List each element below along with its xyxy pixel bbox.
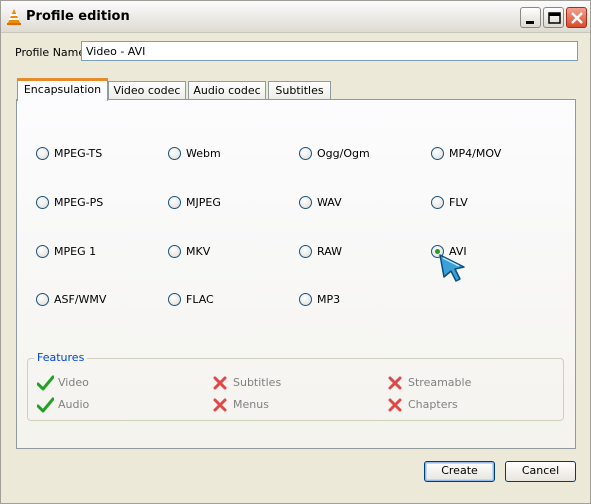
- radio-button[interactable]: [431, 147, 444, 160]
- radio-button[interactable]: [299, 293, 312, 306]
- cancel-button[interactable]: Cancel: [505, 461, 576, 482]
- profile-name-input[interactable]: [81, 41, 578, 61]
- check-icon: [37, 375, 54, 391]
- close-icon: [571, 12, 583, 24]
- cross-icon: [388, 398, 402, 412]
- radio-button[interactable]: [36, 293, 49, 306]
- radio-button[interactable]: [431, 196, 444, 209]
- radio-button[interactable]: [168, 196, 181, 209]
- tab-encapsulation[interactable]: Encapsulation: [17, 78, 108, 101]
- maximize-icon: [548, 12, 561, 24]
- window-title: Profile edition: [26, 9, 130, 24]
- minimize-icon: [526, 21, 534, 24]
- close-button[interactable]: [566, 7, 587, 28]
- check-icon: [37, 397, 54, 413]
- radio-button[interactable]: [168, 245, 181, 258]
- vlc-cone-icon: [7, 9, 21, 25]
- radio-button[interactable]: [299, 245, 312, 258]
- radio-button[interactable]: [168, 293, 181, 306]
- features-group: [27, 358, 564, 421]
- radio-button[interactable]: [36, 147, 49, 160]
- radio-button[interactable]: [299, 147, 312, 160]
- tab-video-codec[interactable]: Video codec: [108, 81, 186, 100]
- minimize-button[interactable]: [520, 7, 541, 28]
- radio-button[interactable]: [36, 245, 49, 258]
- radio-button[interactable]: [299, 196, 312, 209]
- maximize-button[interactable]: [543, 7, 564, 28]
- title-bar[interactable]: Profile edition: [1, 1, 590, 33]
- radio-button[interactable]: [36, 196, 49, 209]
- cross-icon: [388, 376, 402, 390]
- profile-name-label: Profile Name: [15, 46, 86, 59]
- tab-subtitles[interactable]: Subtitles: [268, 81, 331, 100]
- features-title: Features: [34, 351, 88, 364]
- cross-icon: [213, 376, 227, 390]
- tab-audio-codec[interactable]: Audio codec: [188, 81, 266, 100]
- cross-icon: [213, 398, 227, 412]
- mouse-pointer-icon: [439, 254, 465, 282]
- create-button[interactable]: Create: [424, 461, 495, 482]
- profile-edition-dialog: Profile edition Profile Name Encapsulati…: [0, 0, 591, 504]
- radio-button[interactable]: [168, 147, 181, 160]
